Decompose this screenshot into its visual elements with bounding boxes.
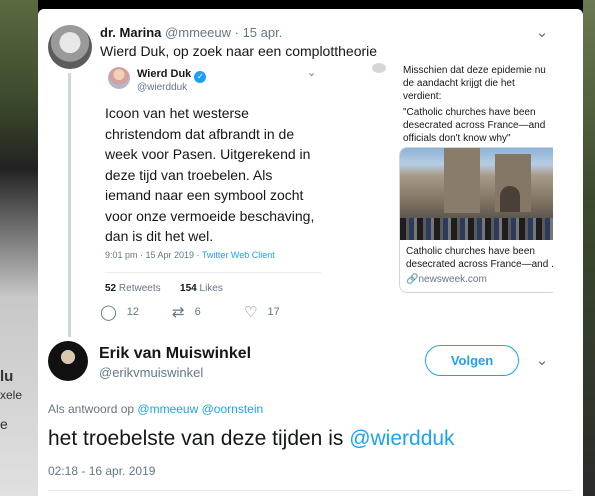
author-handle[interactable]: @mmeeuw — [165, 25, 231, 40]
background-snippet: xele — [0, 388, 23, 402]
avatar — [108, 67, 130, 89]
tweet-text: het troebelste van deze tijden is @wierd… — [48, 427, 455, 450]
embedded-tweet-screenshot: Wierd Duk ✓ @wierdduk ⌄ Icoon van het wes… — [95, 61, 323, 297]
embedded-tweet-stats: 52 Retweets 154 Likes — [105, 283, 223, 294]
tweet-text: Wierd Duk, op zoek naar een complottheor… — [100, 43, 378, 59]
separator-dot: · — [234, 25, 239, 40]
background-page-right — [583, 0, 595, 496]
avatar[interactable] — [48, 25, 92, 69]
card-title: Catholic churches have been desecrated a… — [406, 246, 553, 270]
heart-icon: ♡ — [244, 304, 258, 321]
link-card: Catholic churches have been desecrated a… — [399, 147, 553, 293]
embedded-author-handle: @wierdduk — [137, 82, 188, 93]
tweet-detail-modal: dr. Marina @mmeeuw · 15 apr. ⌄ Wierd Duk… — [38, 9, 583, 496]
card-image-portal — [500, 186, 520, 212]
mention-link[interactable]: @oornstein — [202, 402, 264, 416]
attached-image[interactable]: Wierd Duk ✓ @wierdduk ⌄ Icoon van het wes… — [95, 61, 553, 297]
embedded-second-text: Misschien dat deze epidemie nu de aandac… — [403, 65, 546, 102]
like-button[interactable]: ♡ 17 — [244, 303, 280, 321]
retweet-button[interactable]: ⇄ 6 — [172, 303, 201, 321]
tweet-actions: ◯ 12 ⇄ 6 ♡ 17 — [100, 303, 300, 323]
author-name[interactable]: Erik van Muiswinkel — [99, 345, 251, 363]
embedded-second-quote: "Catholic churches have been desecrated … — [403, 107, 546, 144]
tweet-timestamp[interactable]: 02:18 - 16 apr. 2019 — [48, 464, 155, 478]
tweet-date[interactable]: 15 apr. — [243, 25, 283, 40]
embedded-second-tweet: Misschien dat deze epidemie nu de aandac… — [370, 61, 553, 297]
link-icon: 🔗 — [406, 274, 419, 285]
embedded-tweet-text: Icoon van het westerse christendom dat a… — [105, 105, 315, 244]
background-page-left: lu xele e — [0, 0, 38, 496]
retweet-icon: ⇄ — [172, 304, 185, 321]
chevron-down-icon[interactable]: ⌄ — [532, 23, 552, 43]
reply-context: Als antwoord op @mmeeuw @oornstein — [48, 402, 264, 416]
card-source: 🔗newsweek.com — [406, 274, 487, 285]
divider — [105, 272, 321, 273]
embedded-tweet-meta: 9:01 pm · 15 Apr 2019 · Twitter Web Clie… — [105, 250, 275, 260]
avatar — [372, 63, 386, 73]
chevron-down-icon[interactable]: ⌄ — [532, 351, 552, 371]
mention-link[interactable]: @mmeeuw — [137, 402, 198, 416]
reply-button[interactable]: ◯ 12 — [100, 303, 139, 321]
embedded-author-name: Wierd Duk ✓ — [137, 68, 207, 83]
verified-badge-icon: ✓ — [194, 71, 207, 83]
avatar[interactable] — [48, 341, 88, 381]
card-image — [400, 148, 553, 240]
card-image-tower — [444, 148, 480, 213]
thread-connector — [68, 73, 71, 337]
author-name[interactable]: dr. Marina — [100, 25, 161, 40]
chevron-down-icon: ⌄ — [307, 67, 317, 79]
tweet-header: dr. Marina @mmeeuw · 15 apr. — [100, 25, 282, 40]
follow-button[interactable]: Volgen — [425, 345, 519, 376]
background-snippet: e — [0, 416, 8, 432]
mention-link[interactable]: @wierdduk — [349, 427, 454, 450]
reply-icon: ◯ — [100, 304, 117, 321]
background-snippet: lu — [0, 368, 14, 385]
divider — [48, 490, 573, 491]
author-handle[interactable]: @erikvmuiswinkel — [99, 365, 203, 380]
card-image-crowd — [400, 218, 553, 240]
